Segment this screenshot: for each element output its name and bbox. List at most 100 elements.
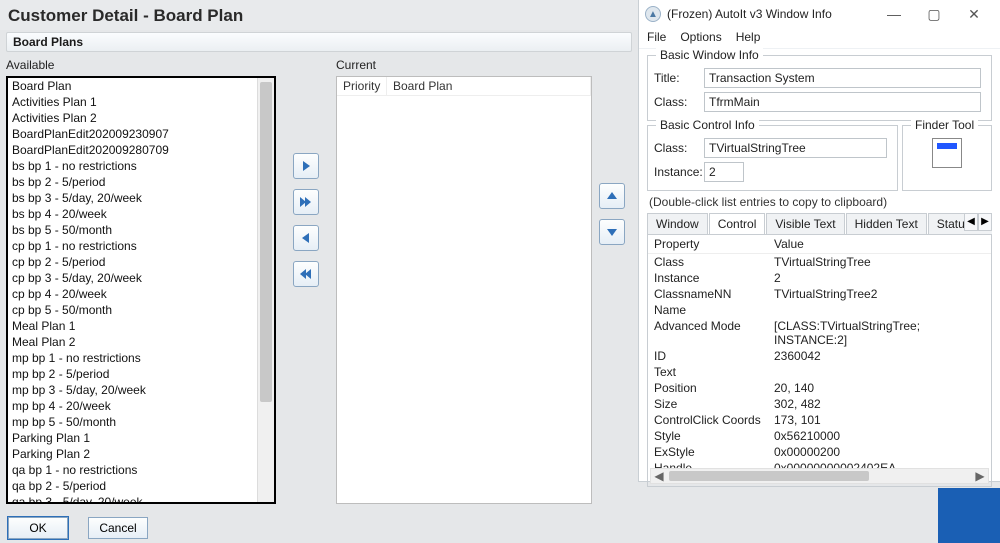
available-list[interactable]: Board PlanActivities Plan 1Activities Pl…: [6, 76, 276, 504]
tab-scroll-left[interactable]: ◀: [964, 213, 978, 231]
property-row[interactable]: Size302, 482: [648, 396, 991, 412]
list-item[interactable]: Meal Plan 2: [8, 334, 274, 350]
property-row[interactable]: ControlClick Coords173, 101: [648, 412, 991, 428]
tab-scroll-right[interactable]: ▶: [978, 213, 992, 231]
minimize-button[interactable]: —: [874, 0, 914, 28]
move-right-button[interactable]: [293, 153, 319, 179]
property-row[interactable]: ID2360042: [648, 348, 991, 364]
clipboard-hint: (Double-click list entries to copy to cl…: [639, 191, 1000, 211]
autoit-caption: (Frozen) AutoIt v3 Window Info: [667, 7, 832, 21]
property-row[interactable]: Advanced Mode[CLASS:TVirtualStringTree; …: [648, 318, 991, 348]
property-name: Position: [654, 381, 774, 395]
list-item[interactable]: Parking Plan 1: [8, 430, 274, 446]
list-item[interactable]: BoardPlanEdit202009280709: [8, 142, 274, 158]
list-item[interactable]: mp bp 3 - 5/day, 20/week: [8, 382, 274, 398]
value-ctrl-class[interactable]: TVirtualStringTree: [704, 138, 887, 158]
customer-detail-window: Customer Detail - Board Plan Board Plans…: [0, 0, 638, 543]
list-item[interactable]: Activities Plan 2: [8, 110, 274, 126]
scrollbar-thumb-h[interactable]: [669, 471, 869, 481]
list-item[interactable]: cp bp 1 - no restrictions: [8, 238, 274, 254]
available-column: Available Board PlanActivities Plan 1Act…: [6, 58, 276, 504]
cancel-button[interactable]: Cancel: [88, 517, 148, 539]
value-ctrl-instance[interactable]: 2: [704, 162, 744, 182]
list-item[interactable]: qa bp 1 - no restrictions: [8, 462, 274, 478]
finder-tool-legend: Finder Tool: [911, 118, 978, 132]
available-label: Available: [6, 58, 276, 72]
list-item[interactable]: mp bp 4 - 20/week: [8, 398, 274, 414]
property-row[interactable]: Name: [648, 302, 991, 318]
value-window-title[interactable]: Transaction System: [704, 68, 981, 88]
property-row[interactable]: ClassnameNNTVirtualStringTree2: [648, 286, 991, 302]
basic-window-info-group: Basic Window Info Title:Transaction Syst…: [647, 55, 992, 121]
list-item[interactable]: qa bp 2 - 5/period: [8, 478, 274, 494]
list-item[interactable]: cp bp 5 - 50/month: [8, 302, 274, 318]
basic-window-info-legend: Basic Window Info: [656, 48, 763, 62]
move-left-button[interactable]: [293, 225, 319, 251]
list-item[interactable]: bs bp 3 - 5/day, 20/week: [8, 190, 274, 206]
current-list[interactable]: Priority Board Plan: [336, 76, 592, 504]
property-list[interactable]: Property Value ClassTVirtualStringTreeIn…: [647, 235, 992, 487]
list-item[interactable]: bs bp 5 - 50/month: [8, 222, 274, 238]
menu-help[interactable]: Help: [736, 30, 761, 44]
list-item[interactable]: Parking Plan 2: [8, 446, 274, 462]
menu-file[interactable]: File: [647, 30, 666, 44]
list-item[interactable]: bs bp 4 - 20/week: [8, 206, 274, 222]
property-value: 20, 140: [774, 381, 985, 395]
list-item[interactable]: bs bp 2 - 5/period: [8, 174, 274, 190]
property-row[interactable]: Text: [648, 364, 991, 380]
list-item[interactable]: mp bp 5 - 50/month: [8, 414, 274, 430]
section-board-plans: Board Plans: [6, 32, 632, 52]
tab-hidden-text[interactable]: Hidden Text: [846, 213, 927, 234]
list-item[interactable]: Meal Plan 1: [8, 318, 274, 334]
property-row[interactable]: Style0x56210000: [648, 428, 991, 444]
move-down-button[interactable]: [599, 219, 625, 245]
property-value: 0x00000200: [774, 445, 985, 459]
maximize-button[interactable]: ▢: [914, 0, 954, 28]
list-item[interactable]: BoardPlanEdit202009230907: [8, 126, 274, 142]
current-header-priority: Priority: [337, 77, 387, 95]
scroll-right-icon[interactable]: ▶: [972, 469, 988, 483]
property-row[interactable]: ExStyle0x00000200: [648, 444, 991, 460]
move-up-button[interactable]: [599, 183, 625, 209]
scrollbar-thumb[interactable]: [260, 82, 272, 402]
list-item[interactable]: qa bp 3 - 5/day, 20/week: [8, 494, 274, 504]
list-item[interactable]: cp bp 2 - 5/period: [8, 254, 274, 270]
tab-window[interactable]: Window: [647, 213, 708, 234]
close-button[interactable]: ✕: [954, 0, 994, 28]
list-item[interactable]: cp bp 4 - 20/week: [8, 286, 274, 302]
value-window-class[interactable]: TfrmMain: [704, 92, 981, 112]
property-name: ExStyle: [654, 445, 774, 459]
property-row[interactable]: ClassTVirtualStringTree: [648, 254, 991, 270]
list-item[interactable]: bs bp 1 - no restrictions: [8, 158, 274, 174]
property-header: Property Value: [648, 235, 991, 254]
property-row[interactable]: Position20, 140: [648, 380, 991, 396]
finder-tool-icon[interactable]: [932, 138, 962, 168]
label-class: Class:: [654, 95, 704, 109]
ok-button[interactable]: OK: [8, 517, 68, 539]
scroll-left-icon[interactable]: ◀: [651, 469, 667, 483]
finder-tool-group: Finder Tool: [902, 125, 992, 191]
list-item[interactable]: mp bp 2 - 5/period: [8, 366, 274, 382]
list-item[interactable]: cp bp 3 - 5/day, 20/week: [8, 270, 274, 286]
property-value: TVirtualStringTree2: [774, 287, 985, 301]
move-all-right-button[interactable]: [293, 189, 319, 215]
list-item[interactable]: Board Plan: [8, 78, 274, 94]
move-all-left-button[interactable]: [293, 261, 319, 287]
list-item[interactable]: Activities Plan 1: [8, 94, 274, 110]
property-name: ControlClick Coords: [654, 413, 774, 427]
property-row[interactable]: Instance2: [648, 270, 991, 286]
menu-options[interactable]: Options: [680, 30, 721, 44]
list-item[interactable]: mp bp 1 - no restrictions: [8, 350, 274, 366]
property-header-value: Value: [774, 237, 804, 251]
property-value: 0x56210000: [774, 429, 985, 443]
property-value: [774, 303, 985, 317]
tab-control[interactable]: Control: [709, 213, 766, 234]
scrollbar-vertical[interactable]: [257, 78, 274, 502]
property-name: ID: [654, 349, 774, 363]
property-name: Name: [654, 303, 774, 317]
scrollbar-horizontal[interactable]: ◀ ▶: [650, 468, 989, 484]
property-name: Instance: [654, 271, 774, 285]
tab-visible-text[interactable]: Visible Text: [766, 213, 844, 234]
property-value: TVirtualStringTree: [774, 255, 985, 269]
reorder-buttons: [592, 183, 632, 504]
